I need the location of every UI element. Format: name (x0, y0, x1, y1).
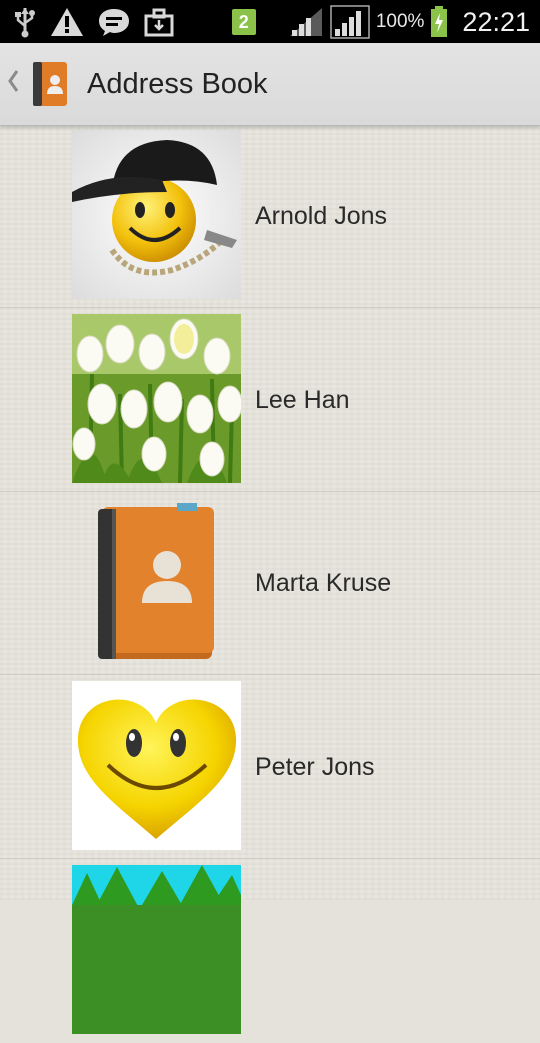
contact-name: Peter Jons (255, 753, 375, 781)
status-bar: 2 100% 22:21 (0, 0, 540, 43)
clock: 22:21 (462, 6, 530, 37)
usb-icon (14, 6, 36, 38)
action-bar: Address Book (0, 43, 540, 126)
page-title: Address Book (87, 67, 268, 100)
list-item[interactable] (0, 860, 540, 1043)
contact-list[interactable]: Arnold Jons Lee Han Marta Kruse Peter Jo… (0, 125, 540, 1034)
address-book-icon (72, 497, 241, 666)
list-item[interactable]: Peter Jons (0, 676, 540, 859)
chevron-left-icon[interactable] (7, 68, 23, 101)
avatar-smiley-heart (72, 681, 241, 850)
signal-icon (288, 6, 324, 38)
battery-charging-icon (430, 6, 448, 38)
list-item[interactable]: Marta Kruse (0, 492, 540, 675)
address-book-icon[interactable] (31, 59, 71, 109)
list-item[interactable]: Lee Han (0, 309, 540, 492)
contact-name: Lee Han (255, 386, 350, 414)
list-item[interactable]: Arnold Jons (0, 125, 540, 308)
warning-icon (50, 7, 84, 37)
sim-badge: 2 (231, 9, 256, 35)
signal-icon-2 (330, 5, 370, 39)
message-icon (98, 7, 130, 37)
battery-percent: 100% (375, 11, 425, 32)
avatar-smiley-cap (72, 130, 241, 299)
avatar-tulips (72, 314, 241, 483)
briefcase-icon (144, 7, 174, 37)
avatar-trees (72, 865, 241, 1034)
contact-name: Marta Kruse (255, 569, 392, 597)
contact-name: Arnold Jons (255, 202, 388, 230)
